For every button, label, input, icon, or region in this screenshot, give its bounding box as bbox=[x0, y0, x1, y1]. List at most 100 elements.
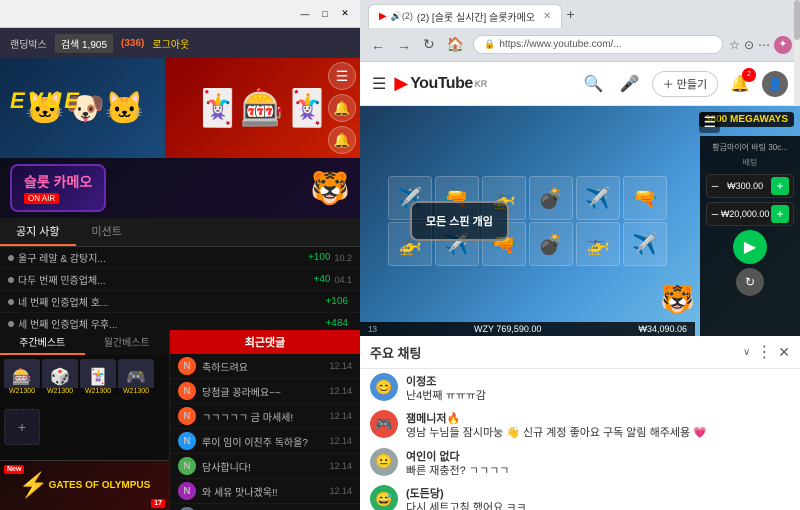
tab-favicon: ▶ bbox=[379, 11, 387, 22]
slot-camera-banner: 슬롯 카메오 ON AIR 🐯 bbox=[0, 158, 360, 218]
yt-create-button[interactable]: ＋ 만들기 bbox=[652, 71, 718, 97]
comment-text: ㄱㄱㄱㄱㄱ 금 마세세! bbox=[202, 409, 323, 424]
chat-dropdown-icon[interactable]: ∨ bbox=[743, 347, 750, 358]
refresh-button[interactable]: ↻ bbox=[420, 34, 438, 55]
game-thumb-3[interactable]: 🃏W21300 bbox=[80, 359, 116, 395]
gates-text: GATES OF OLYMPUS bbox=[49, 480, 151, 491]
chat-more-button[interactable]: ⋮ bbox=[756, 342, 772, 362]
yt-mic-button[interactable]: 🎤 bbox=[616, 70, 644, 98]
video-overlay-menu[interactable]: ☰ bbox=[699, 112, 720, 133]
browser-tab-bar: ▶ 🔊(2) (2) [슬롯 실시간] 슬롯카메오 ✕ + bbox=[360, 0, 800, 28]
maximize-button[interactable]: □ bbox=[318, 7, 332, 21]
tiger-game-char: 🐯 bbox=[660, 283, 695, 316]
side-nav-area: ☰ 🔔 🔔 bbox=[328, 58, 360, 158]
chat-content: 이정조 난4번째 ㅠㅠㅠ감 bbox=[406, 373, 790, 404]
notice-count: (336) bbox=[121, 38, 144, 49]
chat-close-button[interactable]: ✕ bbox=[778, 344, 790, 361]
bookmark-btn[interactable]: ☆ bbox=[729, 38, 740, 52]
weekly-best-tab[interactable]: 주간베스트 bbox=[0, 330, 85, 355]
tab-close-btn[interactable]: ✕ bbox=[543, 11, 551, 22]
recent-item[interactable]: N 목이드려고 12.14 bbox=[170, 504, 360, 510]
more-games-btn[interactable]: + bbox=[4, 409, 40, 445]
yt-logo-kr: KR bbox=[475, 79, 488, 89]
evue-text: EVUE bbox=[10, 88, 82, 114]
chat-text: 빠른 재충전? ㄱㄱㄱㄱ bbox=[406, 464, 790, 479]
yt-menu-button[interactable]: ☰ bbox=[372, 74, 386, 94]
bet-increase-btn[interactable]: + bbox=[771, 177, 789, 195]
spin-text: 모든 스핀 개임 bbox=[426, 213, 493, 229]
yt-avatar[interactable]: 👤 bbox=[762, 71, 788, 97]
slot-logo-text: 슬롯 카메오 bbox=[24, 174, 92, 190]
comment-text: 축하드려요 bbox=[202, 359, 323, 374]
right-panel: ▶ 🔊(2) (2) [슬롯 실시간] 슬롯카메오 ✕ + ← → ↻ 🏠 🔒 … bbox=[360, 0, 800, 510]
gates-of-olympus-banner[interactable]: New ⚡ GATES OF OLYMPUS 17 bbox=[0, 460, 169, 510]
comment-avatar: N bbox=[178, 432, 196, 450]
chat-username: 이정조 bbox=[406, 373, 790, 389]
chat-avatar: 😊 bbox=[370, 373, 398, 401]
auto-spin-button[interactable]: ↻ bbox=[736, 268, 764, 296]
recent-item[interactable]: N 담사합니다! 12.14 bbox=[170, 454, 360, 479]
comment-avatar: N bbox=[178, 382, 196, 400]
bet-subheader: 배팅 bbox=[706, 157, 794, 168]
extensions-btn[interactable]: ✦ bbox=[774, 36, 792, 54]
comment-time: 12.14 bbox=[329, 386, 352, 396]
profile-btn[interactable]: ⊙ bbox=[744, 38, 754, 52]
notice-item[interactable]: 울구 레알 & 감탕지... +100 10.2 bbox=[0, 247, 360, 269]
game-thumb-2[interactable]: 🎲W21300 bbox=[42, 359, 78, 395]
recent-item[interactable]: N 루이 임이 이친주 독하을? 12.14 bbox=[170, 429, 360, 454]
back-button[interactable]: ← bbox=[368, 35, 388, 55]
bet-decrease-btn[interactable]: − bbox=[711, 178, 719, 194]
notice-item[interactable]: 다두 번째 민증업체... +40 04.1 bbox=[0, 269, 360, 291]
tab-mission[interactable]: 미션트 bbox=[76, 218, 138, 246]
game-thumb-4[interactable]: 🎮W21300 bbox=[118, 359, 154, 395]
game-list-panel: 주간베스트 월간베스트 🎰W21300 🎲W21300 🃏W21300 🎮W21… bbox=[0, 330, 170, 510]
nav-btn-2[interactable]: 🔔 bbox=[328, 94, 356, 122]
chat-avatar: 🎮 bbox=[370, 410, 398, 438]
tiger-icon: 🐯 bbox=[310, 169, 350, 207]
recent-item[interactable]: N 와 세유 맛나겠욱!! 12.14 bbox=[170, 479, 360, 504]
yt-notification-button[interactable]: 🔔 2 bbox=[726, 70, 754, 98]
bet2-increase-btn[interactable]: + bbox=[771, 205, 789, 223]
chat-content: 여인이 없다 빠른 재충전? ㄱㄱㄱㄱ bbox=[406, 448, 790, 479]
recent-item[interactable]: N 당첨글 꽁라베요~~ 12.14 bbox=[170, 379, 360, 404]
sym-12: ✈️ bbox=[623, 222, 667, 266]
tab-sound-icon: 🔊(2) bbox=[391, 11, 413, 22]
yt-logo[interactable]: ▶ YouTube KR bbox=[394, 73, 487, 94]
notice-item[interactable]: 세 번째 인증업체 우후... +484 bbox=[0, 313, 360, 330]
nav-btn-1[interactable]: ☰ bbox=[328, 62, 356, 90]
bet-row-1: − ₩300.00 + bbox=[706, 174, 794, 198]
chat-username: (도든당) bbox=[406, 485, 790, 501]
recent-item[interactable]: N 축하드려요 12.14 bbox=[170, 354, 360, 379]
bet2-decrease-btn[interactable]: − bbox=[711, 206, 719, 222]
score-bar: 13 WZY 769,590.00 ₩34,090.06 bbox=[360, 322, 695, 336]
notice-dot bbox=[8, 299, 14, 305]
url-bar[interactable]: 🔒 https://www.youtube.com/... bbox=[473, 35, 723, 54]
yt-search-button[interactable]: 🔍 bbox=[580, 70, 608, 98]
recent-item[interactable]: N ㄱㄱㄱㄱㄱ 금 마세세! 12.14 bbox=[170, 404, 360, 429]
logout-button[interactable]: 로그아웃 bbox=[152, 36, 189, 51]
browser-tab[interactable]: ▶ 🔊(2) (2) [슬롯 실시간] 슬롯카메오 ✕ bbox=[368, 4, 562, 28]
spin-button-area[interactable]: 모든 스핀 개임 bbox=[410, 201, 509, 241]
monthly-best-tab[interactable]: 월간베스트 bbox=[85, 330, 170, 355]
sym-5: ✈️ bbox=[576, 176, 620, 220]
sym-10: 💣 bbox=[529, 222, 573, 266]
bet-value-2: ₩20,000.00 bbox=[719, 209, 771, 219]
close-button[interactable]: ✕ bbox=[338, 7, 352, 21]
search-button[interactable]: 검색 1,905 bbox=[55, 34, 113, 53]
nav-btn-3[interactable]: 🔔 bbox=[328, 126, 356, 154]
more-btn[interactable]: ⋯ bbox=[758, 38, 770, 52]
game-thumbnails: 🎰W21300 🎲W21300 🃏W21300 🎮W21300 + bbox=[0, 355, 169, 460]
chat-title: 주요 채팅 bbox=[370, 343, 737, 362]
new-tab-button[interactable]: + bbox=[562, 6, 578, 22]
home-button[interactable]: 🏠 bbox=[444, 34, 467, 55]
minimize-button[interactable]: — bbox=[298, 7, 312, 21]
main-spin-button[interactable]: ▶ bbox=[733, 230, 767, 264]
tab-notice[interactable]: 공지 사항 bbox=[0, 218, 76, 246]
forward-button[interactable]: → bbox=[394, 35, 414, 55]
notice-item[interactable]: 네 번째 인증업체 호... +106 bbox=[0, 291, 360, 313]
chat-message: 😊 이정조 난4번째 ㅠㅠㅠ감 bbox=[370, 373, 790, 404]
sym-4: 💣 bbox=[529, 176, 573, 220]
video-player[interactable]: ✈️ 🔫 🚁 💣 ✈️ 🔫 🚁 ✈️ 🔫 💣 🚁 ✈️ bbox=[360, 106, 800, 336]
game-thumb-1[interactable]: 🎰W21300 bbox=[4, 359, 40, 395]
score-1: WZY 769,590.00 bbox=[474, 324, 541, 334]
